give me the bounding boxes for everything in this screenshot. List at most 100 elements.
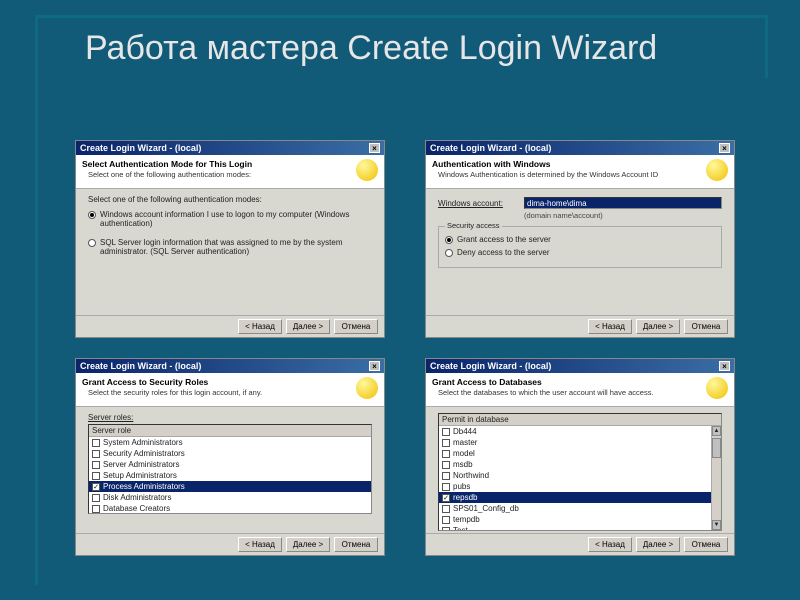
list-item[interactable]: model	[439, 448, 721, 459]
scrollbar[interactable]: ▲ ▼	[711, 426, 721, 530]
list-item-label: master	[453, 438, 477, 447]
close-icon[interactable]: ×	[719, 361, 730, 371]
back-button[interactable]: < Назад	[588, 537, 632, 552]
checkbox-icon[interactable]: ✓	[92, 483, 100, 491]
account-hint: (domain name\account)	[524, 211, 722, 220]
list-item[interactable]: Security Administrators	[89, 448, 371, 459]
list-item[interactable]: Northwind	[439, 470, 721, 481]
radio-sql-auth[interactable]: SQL Server login information that was as…	[88, 238, 372, 256]
list-item[interactable]: Database Creators	[89, 503, 371, 514]
radio-label: Windows account information I use to log…	[100, 210, 372, 228]
next-button[interactable]: Далее >	[286, 319, 330, 334]
list-item[interactable]: master	[439, 437, 721, 448]
cancel-button[interactable]: Отмена	[684, 319, 728, 334]
list-item-label: Security Administrators	[103, 449, 185, 458]
list-item-label: Process Administrators	[103, 482, 185, 491]
radio-deny-access[interactable]: Deny access to the server	[445, 248, 715, 257]
checkbox-icon[interactable]	[442, 505, 450, 513]
list-item[interactable]: Disk Administrators	[89, 492, 371, 503]
titlebar[interactable]: Create Login Wizard - (local) ×	[426, 141, 734, 155]
checkbox-icon[interactable]	[92, 505, 100, 513]
checkbox-icon[interactable]	[442, 439, 450, 447]
list-item[interactable]: pubs	[439, 481, 721, 492]
radio-label: SQL Server login information that was as…	[100, 238, 372, 256]
windows-account-label: Windows account:	[438, 199, 518, 208]
list-item-label: SPS01_Config_db	[453, 504, 519, 513]
roles-listbox[interactable]: Server role System Administrators Securit…	[88, 424, 372, 514]
close-icon[interactable]: ×	[369, 143, 380, 153]
list-item[interactable]: Db444	[439, 426, 721, 437]
wizard-step-security-roles: Create Login Wizard - (local) × Grant Ac…	[75, 358, 385, 556]
wizard-step-auth-mode: Create Login Wizard - (local) × Select A…	[75, 140, 385, 338]
list-item-label: Test	[453, 526, 468, 531]
next-button[interactable]: Далее >	[636, 537, 680, 552]
back-button[interactable]: < Назад	[238, 319, 282, 334]
list-item-label: Server Administrators	[103, 460, 179, 469]
cancel-button[interactable]: Отмена	[334, 537, 378, 552]
back-button[interactable]: < Назад	[588, 319, 632, 334]
lightbulb-icon	[706, 377, 728, 399]
titlebar[interactable]: Create Login Wizard - (local) ×	[76, 359, 384, 373]
checkbox-icon[interactable]: ✓	[442, 494, 450, 502]
list-item[interactable]: ✓repsdb	[439, 492, 721, 503]
checkbox-icon[interactable]	[442, 461, 450, 469]
wizard-step-databases: Create Login Wizard - (local) × Grant Ac…	[425, 358, 735, 556]
scroll-up-icon[interactable]: ▲	[712, 426, 721, 436]
scroll-thumb[interactable]	[712, 438, 721, 458]
window-title: Create Login Wizard - (local)	[430, 143, 551, 153]
radio-icon	[88, 211, 96, 219]
close-icon[interactable]: ×	[719, 143, 730, 153]
list-item[interactable]: Test	[439, 525, 721, 531]
list-item-label: System Administrators	[103, 438, 183, 447]
list-item[interactable]: msdb	[439, 459, 721, 470]
next-button[interactable]: Далее >	[636, 319, 680, 334]
cancel-button[interactable]: Отмена	[334, 319, 378, 334]
list-item[interactable]: Setup Administrators	[89, 470, 371, 481]
checkbox-icon[interactable]	[442, 428, 450, 436]
list-item[interactable]: System Administrators	[89, 437, 371, 448]
list-item-label: Disk Administrators	[103, 493, 171, 502]
checkbox-icon[interactable]	[92, 439, 100, 447]
back-button[interactable]: < Назад	[238, 537, 282, 552]
checkbox-icon[interactable]	[442, 472, 450, 480]
windows-account-field[interactable]: dima-home\dima	[524, 197, 722, 209]
radio-windows-auth[interactable]: Windows account information I use to log…	[88, 210, 372, 228]
titlebar[interactable]: Create Login Wizard - (local) ×	[426, 359, 734, 373]
wizard-header: Authentication with Windows Windows Auth…	[426, 155, 734, 189]
checkbox-icon[interactable]	[442, 527, 450, 532]
checkbox-icon[interactable]	[442, 516, 450, 524]
list-item-label: Setup Administrators	[103, 471, 177, 480]
list-item[interactable]: SPS01_Config_db	[439, 503, 721, 514]
checkbox-icon[interactable]	[92, 472, 100, 480]
wizard-header: Grant Access to Databases Select the dat…	[426, 373, 734, 407]
wizard-step-windows-auth: Create Login Wizard - (local) × Authenti…	[425, 140, 735, 338]
header-title: Grant Access to Databases	[432, 377, 702, 387]
checkbox-icon[interactable]	[92, 494, 100, 502]
radio-grant-access[interactable]: Grant access to the server	[445, 235, 715, 244]
list-item[interactable]: Server Administrators	[89, 459, 371, 470]
checkbox-icon[interactable]	[442, 450, 450, 458]
list-item-label: tempdb	[453, 515, 480, 524]
cancel-button[interactable]: Отмена	[684, 537, 728, 552]
wizard-header: Grant Access to Security Roles Select th…	[76, 373, 384, 407]
header-title: Select Authentication Mode for This Logi…	[82, 159, 352, 169]
header-title: Grant Access to Security Roles	[82, 377, 352, 387]
radio-icon	[88, 239, 96, 247]
scroll-down-icon[interactable]: ▼	[712, 520, 721, 530]
titlebar[interactable]: Create Login Wizard - (local) ×	[76, 141, 384, 155]
list-item[interactable]: ✓Process Administrators	[89, 481, 371, 492]
list-column-header[interactable]: Permit in database	[439, 414, 721, 426]
close-icon[interactable]: ×	[369, 361, 380, 371]
wizard-header: Select Authentication Mode for This Logi…	[76, 155, 384, 189]
databases-listbox[interactable]: Permit in database Db444mastermodelmsdbN…	[438, 413, 722, 531]
list-item-label: pubs	[453, 482, 470, 491]
next-button[interactable]: Далее >	[286, 537, 330, 552]
list-item[interactable]: tempdb	[439, 514, 721, 525]
checkbox-icon[interactable]	[92, 450, 100, 458]
list-column-header[interactable]: Server role	[89, 425, 371, 437]
radio-label: Grant access to the server	[457, 235, 551, 244]
checkbox-icon[interactable]	[92, 461, 100, 469]
checkbox-icon[interactable]	[442, 483, 450, 491]
window-title: Create Login Wizard - (local)	[430, 361, 551, 371]
radio-icon	[445, 236, 453, 244]
